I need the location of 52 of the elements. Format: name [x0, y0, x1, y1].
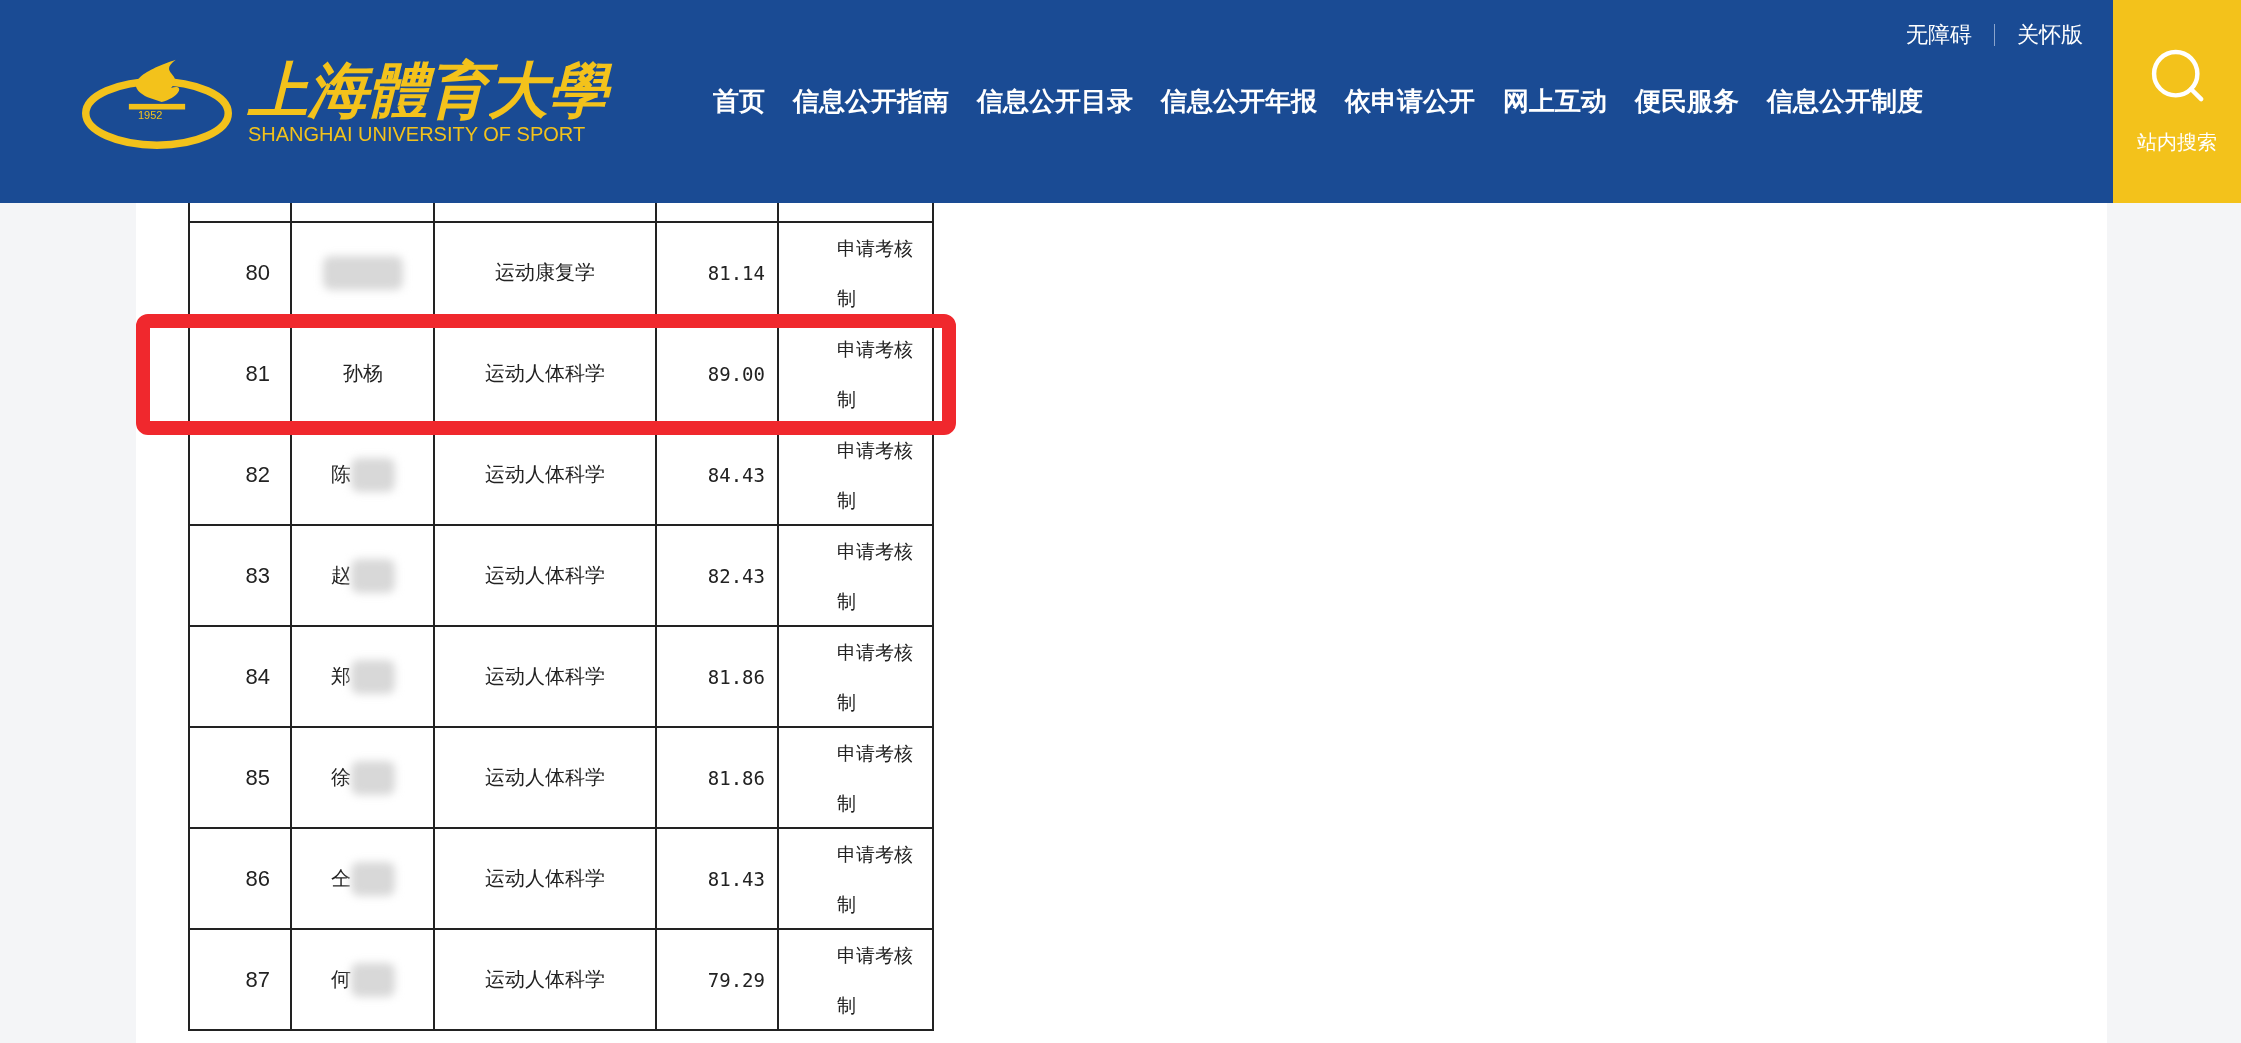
table-cell: 84 — [245, 663, 270, 690]
table-cell-text: 申请考核制 — [837, 538, 914, 614]
table-cell: 82 — [245, 461, 270, 488]
table-cell-text: 申请考核制 — [837, 942, 914, 1018]
table-cell: 徐 — [330, 764, 351, 791]
top-link[interactable]: 关怀版 — [2017, 20, 2083, 50]
nav-link[interactable]: 信息公开年报 — [1161, 84, 1317, 119]
table-cell: 运动人体科学 — [485, 562, 605, 589]
nav-link[interactable]: 信息公开指南 — [793, 84, 949, 119]
table-cell: 运动人体科学 — [485, 663, 605, 690]
table-cell: 81 — [245, 360, 270, 387]
table-cell: 运动人体科学 — [485, 966, 605, 993]
table-cell: 郑 — [330, 663, 351, 690]
table-cell: 79.29 — [707, 968, 765, 991]
table-cell-text: 申请考核制 — [837, 841, 914, 917]
table-cell: 何 — [330, 966, 351, 993]
table-cell-text: 申请考核制 — [837, 235, 914, 311]
nav-link[interactable]: 首页 — [713, 84, 765, 119]
nav-link[interactable]: 依申请公开 — [1345, 84, 1475, 119]
table-cell: 81.86 — [707, 665, 765, 688]
nav-link[interactable]: 网上互动 — [1503, 84, 1607, 119]
table-cell-text: 申请考核制 — [837, 639, 914, 715]
table-cell: 86 — [245, 865, 270, 892]
table-cell: 85 — [245, 764, 270, 791]
table-cell: 81.14 — [707, 261, 765, 284]
nav-link[interactable]: 信息公开制度 — [1767, 84, 1923, 119]
emblem-year: 1952 — [138, 108, 163, 121]
table-cell: 84.43 — [707, 463, 765, 486]
table-cell: 仝 — [330, 865, 351, 892]
search-icon — [2149, 47, 2205, 103]
table-cell: 81.43 — [707, 867, 765, 890]
table-cell-text: 申请考核制 — [837, 437, 914, 513]
table-cell: 87 — [245, 966, 270, 993]
table-cell: 83 — [245, 562, 270, 589]
university-name-english: SHANGHAI UNIVERSITY OF SPORT — [248, 123, 587, 146]
table-cell: 运动人体科学 — [485, 865, 605, 892]
table-cell: 81.86 — [707, 766, 765, 789]
top-link[interactable]: 无障碍 — [1906, 20, 1972, 50]
table-cell: 运动康复学 — [495, 259, 595, 286]
table-cell: 陈 — [330, 461, 351, 488]
table-cell: 89.00 — [707, 362, 765, 385]
table-cell: 孙杨 — [342, 360, 383, 387]
table-cell: 运动人体科学 — [485, 360, 605, 387]
nav-link[interactable]: 信息公开目录 — [977, 84, 1133, 119]
table-cell-text: 申请考核制 — [837, 336, 914, 412]
table-cell: 运动人体科学 — [485, 461, 605, 488]
table-cell-text: 申请考核制 — [837, 740, 914, 816]
nav-link[interactable]: 便民服务 — [1635, 84, 1739, 119]
table-cell: 80 — [245, 259, 270, 286]
table-cell: 82.43 — [707, 564, 765, 587]
table-cell: 赵 — [330, 562, 351, 589]
table-cell: 运动人体科学 — [485, 764, 605, 791]
